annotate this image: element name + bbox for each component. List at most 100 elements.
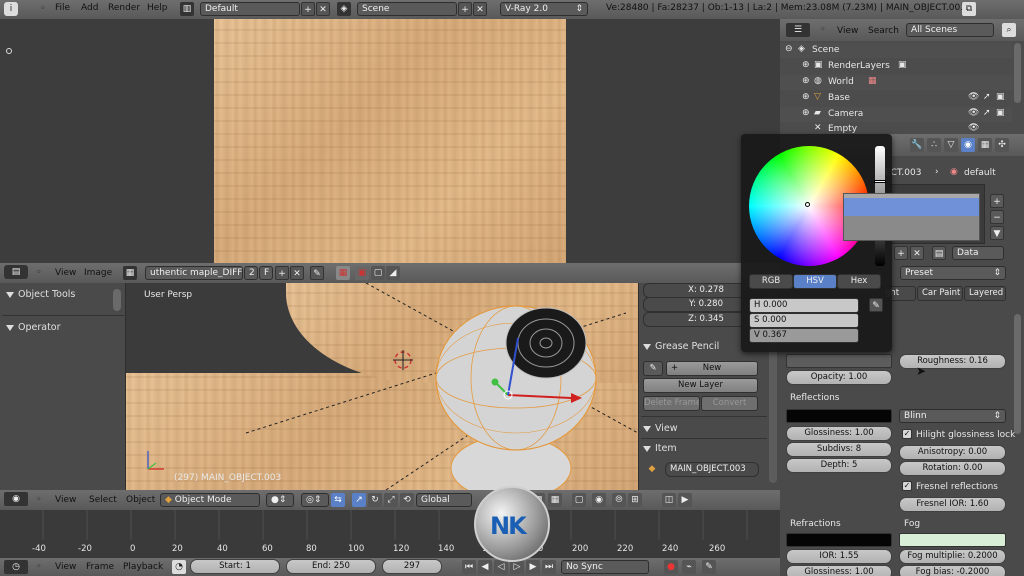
translate-icon[interactable]: ↗: [352, 493, 366, 507]
draw-pencil-button[interactable]: ✎: [643, 361, 663, 376]
3d-cursor[interactable]: [393, 350, 413, 370]
particles-icon[interactable]: ∴: [927, 138, 941, 152]
editor-type-icon[interactable]: ◉: [4, 492, 28, 506]
expand-icon[interactable]: ⊕: [802, 60, 810, 70]
tool-shelf-scrollbar[interactable]: [113, 289, 121, 311]
refraction-color-swatch[interactable]: [786, 533, 892, 547]
end-frame-field[interactable]: End: 250: [286, 559, 376, 574]
add-scene-icon[interactable]: +: [458, 2, 472, 16]
layer-grid-icon[interactable]: ▦: [548, 493, 562, 507]
tab-layered[interactable]: Layered: [964, 286, 1006, 301]
menu-view[interactable]: View: [55, 268, 76, 278]
properties-scrollbar[interactable]: [1014, 314, 1021, 434]
refraction-glossiness-field[interactable]: Glossiness: 1.00: [786, 565, 892, 576]
alpha-display-icon[interactable]: ▣: [355, 266, 369, 280]
fog-multiplier-field[interactable]: Fog multiplie: 0.2000: [899, 549, 1006, 564]
collapse-menu-icon[interactable]: ◦: [36, 2, 50, 16]
collapse-menu-icon[interactable]: ◦: [816, 23, 830, 37]
snap-target-icon[interactable]: ⊞: [628, 493, 642, 507]
menu-view[interactable]: View: [55, 562, 76, 572]
ior-field[interactable]: IOR: 1.55: [786, 549, 892, 564]
selectable-arrow-icon[interactable]: ➚: [983, 92, 991, 102]
editor-type-icon[interactable]: ▤: [4, 265, 28, 279]
unlink-image-icon[interactable]: ✕: [290, 266, 304, 280]
view-panel[interactable]: View: [643, 423, 678, 434]
outliner-scrollbar[interactable]: [1014, 43, 1021, 103]
menu-file[interactable]: File: [55, 3, 70, 13]
object-tools-panel[interactable]: Object Tools: [6, 289, 75, 300]
scale-icon[interactable]: ⤢: [384, 493, 398, 507]
collapse-menu-icon[interactable]: ◦: [32, 560, 46, 574]
image-name-field[interactable]: uthentic maple_DIFFU: [145, 266, 243, 280]
menu-view[interactable]: View: [55, 495, 76, 505]
pin-icon[interactable]: ✎: [310, 266, 324, 280]
play-icon[interactable]: ▷: [510, 560, 524, 574]
glossiness-field[interactable]: Glossiness: 1.00: [786, 426, 892, 441]
editor-type-icon[interactable]: ◷: [4, 560, 28, 574]
viewport-3d[interactable]: User Persp (297) MAIN_OBJECT.003: [126, 283, 638, 490]
outliner-row[interactable]: ⊕ ▣ RenderLayers ▣: [780, 59, 1012, 74]
menu-add[interactable]: Add: [81, 3, 98, 13]
menu-search[interactable]: Search: [868, 26, 899, 36]
visibility-eye-icon[interactable]: 👁: [968, 123, 979, 133]
render-animation-icon[interactable]: ▶: [678, 493, 692, 507]
jump-start-icon[interactable]: ⏮: [462, 560, 476, 574]
menu-help[interactable]: Help: [147, 3, 168, 13]
expand-icon[interactable]: ⊖: [785, 44, 793, 54]
physics-icon[interactable]: ✣: [995, 138, 1009, 152]
outliner-filter-selector[interactable]: All Scenes: [906, 23, 994, 37]
render-camera-icon[interactable]: ▣: [996, 108, 1005, 118]
fake-user-toggle[interactable]: F: [259, 266, 273, 280]
sync-mode-selector[interactable]: No Sync: [561, 560, 649, 574]
outliner-row[interactable]: ⊕ ▰ Camera 👁 ➚ ▣: [780, 107, 1012, 122]
expand-icon[interactable]: ⊕: [802, 76, 810, 86]
preview-range-icon[interactable]: ◔: [172, 560, 186, 574]
opacity-field[interactable]: Opacity: 1.00: [786, 370, 892, 385]
item-name-field[interactable]: MAIN_OBJECT.003: [665, 462, 759, 477]
play-reverse-icon[interactable]: ◁: [494, 560, 508, 574]
render-camera-icon[interactable]: ▣: [996, 92, 1005, 102]
selectable-arrow-icon[interactable]: ➚: [983, 108, 991, 118]
menu-frame[interactable]: Frame: [86, 562, 114, 572]
material-icon[interactable]: ◉: [961, 138, 975, 152]
modifier-wrench-icon[interactable]: 🔧: [910, 138, 924, 152]
hue-field[interactable]: H 0.000: [749, 298, 859, 313]
preset-selector[interactable]: Preset ⇕: [900, 266, 1006, 280]
manipulator-toggle-icon[interactable]: ⇆: [331, 493, 345, 507]
insert-key-icon[interactable]: ✎: [702, 560, 716, 574]
menu-select[interactable]: Select: [89, 495, 117, 505]
curve-icon[interactable]: ◢: [386, 266, 400, 280]
visibility-eye-icon[interactable]: 👁: [968, 92, 979, 102]
subdivs-field[interactable]: Subdivs: 8: [786, 442, 892, 457]
new-layer-button[interactable]: New Layer: [643, 378, 758, 393]
tab-hsv[interactable]: HSV: [793, 274, 837, 289]
render-engine-selector[interactable]: V-Ray 2.0 ⇕: [500, 2, 588, 16]
data-icon[interactable]: ▽: [944, 138, 958, 152]
anisotropy-field[interactable]: Anisotropy: 0.00: [899, 445, 1006, 460]
fresnel-checkbox[interactable]: ✓: [902, 481, 912, 491]
operator-panel[interactable]: Operator: [6, 322, 61, 333]
rotation-field[interactable]: Rotation: 0.00: [899, 461, 1006, 476]
viewport-shading-selector[interactable]: ●⇕: [266, 493, 294, 507]
outliner-row[interactable]: ✕ Empty 👁: [780, 123, 1012, 134]
render-preview-icon[interactable]: ◫: [662, 493, 676, 507]
record-icon[interactable]: ●: [664, 560, 678, 574]
brdf-type-selector[interactable]: Blinn ⇕: [899, 409, 1006, 423]
snap-icon[interactable]: ⦾: [612, 493, 626, 507]
remove-scene-icon[interactable]: ✕: [473, 2, 487, 16]
item-panel[interactable]: Item: [643, 443, 677, 454]
layout-selector[interactable]: Default: [200, 2, 300, 16]
current-frame-field[interactable]: 297: [382, 559, 442, 574]
interaction-mode-selector[interactable]: ◆ Object Mode: [160, 493, 260, 507]
remove-layout-icon[interactable]: ✕: [316, 2, 330, 16]
menu-render[interactable]: Render: [108, 3, 140, 13]
transform-orientation-selector[interactable]: Global: [416, 493, 472, 507]
add-slot-icon[interactable]: +: [990, 194, 1004, 208]
menu-object[interactable]: Object: [126, 495, 155, 505]
rotate-icon[interactable]: ↻: [368, 493, 382, 507]
maximize-icon[interactable]: ⧉: [962, 2, 976, 16]
tab-rgb[interactable]: RGB: [749, 274, 793, 289]
tab-hex[interactable]: Hex: [837, 274, 881, 289]
checker-display-icon[interactable]: ▦: [336, 266, 350, 280]
visibility-eye-icon[interactable]: 👁: [968, 108, 979, 118]
